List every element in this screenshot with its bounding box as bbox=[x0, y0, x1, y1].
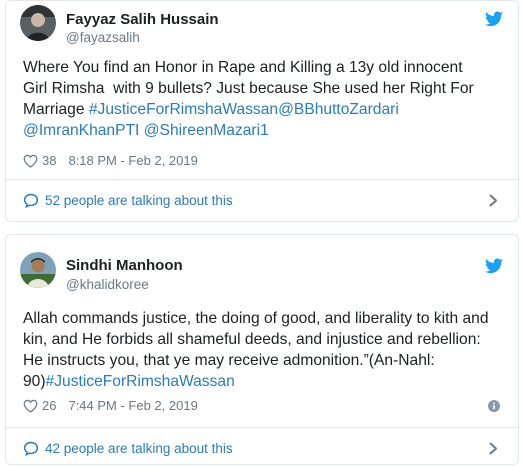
tweet-text-line: Allah commands justice, the doing of goo… bbox=[23, 308, 502, 329]
timestamp-link[interactable]: 8:18 PM - Feb 2, 2019 bbox=[68, 153, 197, 168]
tweet-text-segment: kin, and He forbids all shameful deeds, … bbox=[23, 331, 481, 348]
tweet-text-line: Marriage #JusticeForRimshaWassan@BBhutto… bbox=[23, 99, 502, 120]
tweet-card: Sindhi Manhoon @khalidkoree Allah comman… bbox=[5, 234, 519, 465]
avatar[interactable] bbox=[20, 5, 56, 41]
like-count[interactable]: 26 bbox=[42, 398, 56, 413]
tweet-text-line: He instructs you, that ye may receive ad… bbox=[23, 350, 502, 371]
conversation-link[interactable]: 42 people are talking about this bbox=[6, 428, 518, 464]
conversation-link[interactable]: 52 people are talking about this bbox=[6, 180, 518, 220]
twitter-bird-icon[interactable] bbox=[485, 258, 503, 274]
tweet-text-line: Girl Rimsha with 9 bullets? Just because… bbox=[23, 78, 502, 99]
tweet-text-line: 90)#JusticeForRimshaWassan bbox=[23, 371, 502, 392]
tweet-text-line: @ImranKhanPTI @ShireenMazari1 bbox=[23, 120, 502, 141]
twitter-bird-icon[interactable] bbox=[485, 11, 503, 27]
info-icon[interactable] bbox=[488, 400, 500, 412]
chevron-right-icon[interactable] bbox=[489, 194, 498, 207]
hashtag-or-mention-link[interactable]: @ImranKhanPTI bbox=[23, 122, 139, 139]
heart-icon[interactable] bbox=[23, 154, 38, 168]
timestamp-link[interactable]: 7:44 PM - Feb 2, 2019 bbox=[68, 398, 197, 413]
tweet-text: Where You find an Honor in Rape and Kill… bbox=[23, 57, 502, 141]
tweet-text-line: kin, and He forbids all shameful deeds, … bbox=[23, 329, 502, 350]
heart-icon[interactable] bbox=[23, 399, 38, 413]
tweet-text-segment: Girl Rimsha with 9 bullets? Just because… bbox=[23, 80, 474, 97]
tweet-meta: 26 7:44 PM - Feb 2, 2019 bbox=[23, 398, 198, 413]
tweet-text-segment: Allah commands justice, the doing of goo… bbox=[23, 310, 489, 327]
tweet-card: Fayyaz Salih Hussain @fayazsalih Where Y… bbox=[5, 0, 519, 222]
hashtag-or-mention-link[interactable]: @ShireenMazari1 bbox=[144, 122, 269, 139]
author-name[interactable]: Fayyaz Salih Hussain bbox=[66, 11, 219, 28]
conversation-label[interactable]: 52 people are talking about this bbox=[45, 193, 233, 208]
tweet-meta: 38 8:18 PM - Feb 2, 2019 bbox=[23, 153, 198, 168]
speech-bubble-icon bbox=[23, 441, 39, 456]
conversation-label[interactable]: 42 people are talking about this bbox=[45, 441, 233, 456]
tweet-text: Allah commands justice, the doing of goo… bbox=[23, 308, 502, 392]
speech-bubble-icon bbox=[23, 193, 39, 208]
tweet-text-segment: He instructs you, that ye may receive ad… bbox=[23, 352, 435, 369]
like-count[interactable]: 38 bbox=[42, 153, 56, 168]
hashtag-or-mention-link[interactable]: #JusticeForRimshaWassan bbox=[89, 101, 278, 118]
hashtag-or-mention-link[interactable]: #JusticeForRimshaWassan bbox=[46, 373, 235, 390]
author-name[interactable]: Sindhi Manhoon bbox=[66, 257, 183, 274]
tweet-text-line: Where You find an Honor in Rape and Kill… bbox=[23, 57, 502, 78]
avatar[interactable] bbox=[20, 252, 56, 288]
author-handle[interactable]: @fayazsalih bbox=[66, 30, 140, 45]
chevron-right-icon[interactable] bbox=[489, 442, 498, 455]
tweet-text-segment: Marriage bbox=[23, 101, 89, 118]
hashtag-or-mention-link[interactable]: @BBhuttoZardari bbox=[278, 101, 399, 118]
author-handle[interactable]: @khalidkoree bbox=[66, 277, 149, 292]
tweet-text-segment: Where You find an Honor in Rape and Kill… bbox=[23, 59, 463, 76]
tweet-text-segment: 90) bbox=[23, 373, 46, 390]
